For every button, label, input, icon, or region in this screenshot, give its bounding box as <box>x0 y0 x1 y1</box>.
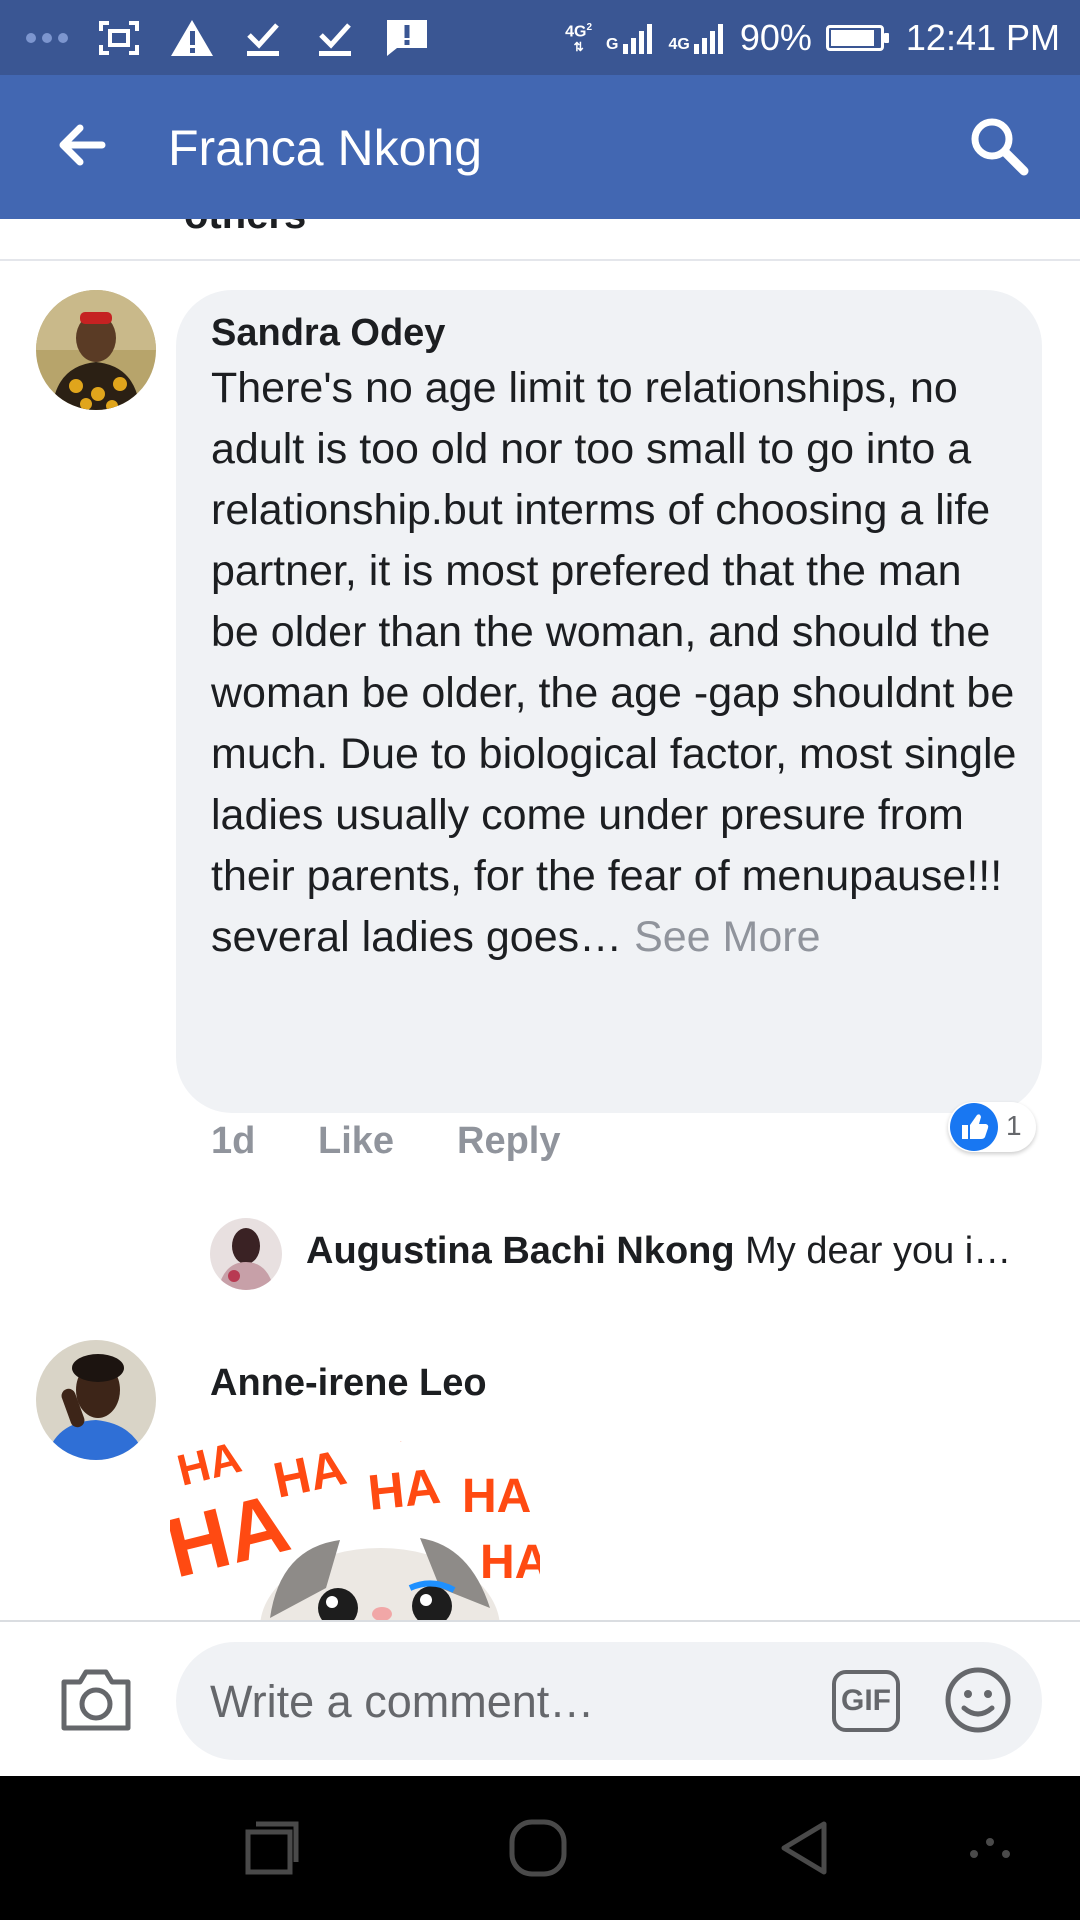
reaction-count-badge[interactable]: 1 <box>948 1102 1036 1152</box>
comment-author[interactable]: Sandra Odey <box>211 312 445 355</box>
sticker-text: HA <box>400 1440 402 1443</box>
download-done-icon <box>313 16 357 60</box>
reply-button[interactable]: Reply <box>457 1120 560 1163</box>
avatar[interactable] <box>210 1218 282 1290</box>
signal-icon-sim2: 4G <box>669 22 726 54</box>
home-icon[interactable] <box>508 1818 568 1878</box>
recent-apps-icon[interactable] <box>240 1818 300 1878</box>
signal-icon-sim1: G <box>606 22 654 54</box>
comment-bubble[interactable]: Sandra Odey There's no age limit to rela… <box>176 290 1042 1113</box>
reply-preview[interactable]: Augustina Bachi Nkong My dear you i… <box>306 1230 1011 1273</box>
gif-button[interactable]: GIF <box>832 1670 900 1732</box>
more-dots-icon <box>25 16 69 60</box>
camera-icon[interactable] <box>58 1664 134 1734</box>
sticker-text: HA <box>462 1470 531 1523</box>
back-arrow-icon[interactable] <box>52 115 112 175</box>
avatar[interactable] <box>36 1340 156 1460</box>
more-options-icon[interactable] <box>960 1818 1020 1878</box>
reply-author[interactable]: Augustina Bachi Nkong <box>306 1230 735 1272</box>
comment-input[interactable]: Write a comment… GIF <box>176 1642 1042 1760</box>
sticker-text: HA <box>269 1439 351 1509</box>
screenshot-icon <box>97 16 141 60</box>
sticker-text: HA <box>365 1458 443 1521</box>
page-title: Franca Nkong <box>168 120 483 176</box>
like-button[interactable]: Like <box>318 1120 394 1163</box>
comment-text: There's no age limit to relationships, n… <box>211 364 1017 961</box>
comment-composer: Write a comment… GIF <box>0 1620 1080 1778</box>
network-4g-icon: 4G2 ⇅ <box>565 22 593 54</box>
battery-percent: 90% <box>739 16 812 58</box>
cutoff-previous-row: others <box>0 219 1080 261</box>
reply-text: My dear you i… <box>745 1230 1012 1272</box>
see-more-link[interactable]: See More <box>634 913 820 961</box>
clock: 12:41 PM <box>905 16 1060 58</box>
thumbs-up-icon <box>950 1103 998 1151</box>
download-done-icon <box>241 16 285 60</box>
search-icon[interactable] <box>966 113 1030 177</box>
laughing-cat-sticker[interactable]: HA HA HA HA HA HA HA <box>170 1428 540 1620</box>
app-bar: Franca Nkong <box>0 75 1080 219</box>
avatar[interactable] <box>36 290 156 410</box>
back-nav-icon[interactable] <box>776 1818 836 1878</box>
battery-icon <box>825 24 889 51</box>
emoji-icon[interactable] <box>944 1666 1012 1734</box>
status-bar: 4G2 ⇅ G 4G 90% 12:41 PM <box>0 0 1080 75</box>
comment-timestamp: 1d <box>211 1120 256 1162</box>
warning-icon <box>169 16 213 60</box>
system-navigation-bar <box>0 1776 1080 1920</box>
comment-input-placeholder: Write a comment… <box>210 1676 595 1727</box>
sticker-text: HA <box>480 1536 540 1589</box>
message-alert-icon <box>385 16 429 60</box>
comment-author[interactable]: Anne-irene Leo <box>210 1362 487 1405</box>
